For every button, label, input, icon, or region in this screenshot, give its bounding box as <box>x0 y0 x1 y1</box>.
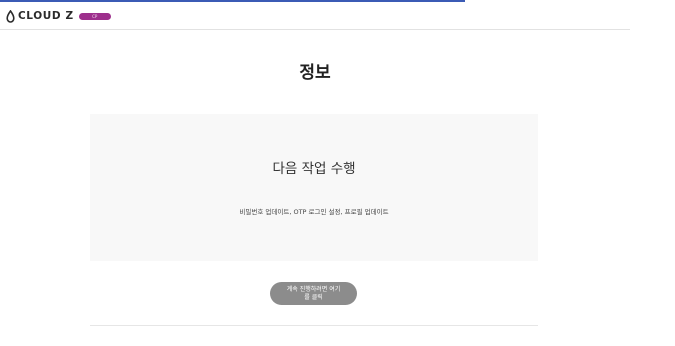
logo[interactable]: CLOUD Z CP <box>6 9 111 23</box>
page-title: 정보 <box>299 63 331 83</box>
continue-button[interactable]: 계속 진행하려면 여기 를 클릭 <box>270 282 357 305</box>
divider <box>90 325 538 326</box>
logo-badge: CP <box>78 12 111 20</box>
page: CLOUD Z CP 정보 다음 작업 수행 비밀번호 업데이트, OTP 로그… <box>0 0 675 346</box>
cloud-drop-icon <box>6 9 15 23</box>
logo-text: CLOUD Z <box>18 10 74 22</box>
header: CLOUD Z CP <box>0 2 630 30</box>
panel-heading: 다음 작업 수행 <box>272 161 356 177</box>
panel-description: 비밀번호 업데이트, OTP 로그인 설정, 프로필 업데이트 <box>239 208 389 216</box>
info-panel: 다음 작업 수행 비밀번호 업데이트, OTP 로그인 설정, 프로필 업데이트 <box>90 114 538 261</box>
